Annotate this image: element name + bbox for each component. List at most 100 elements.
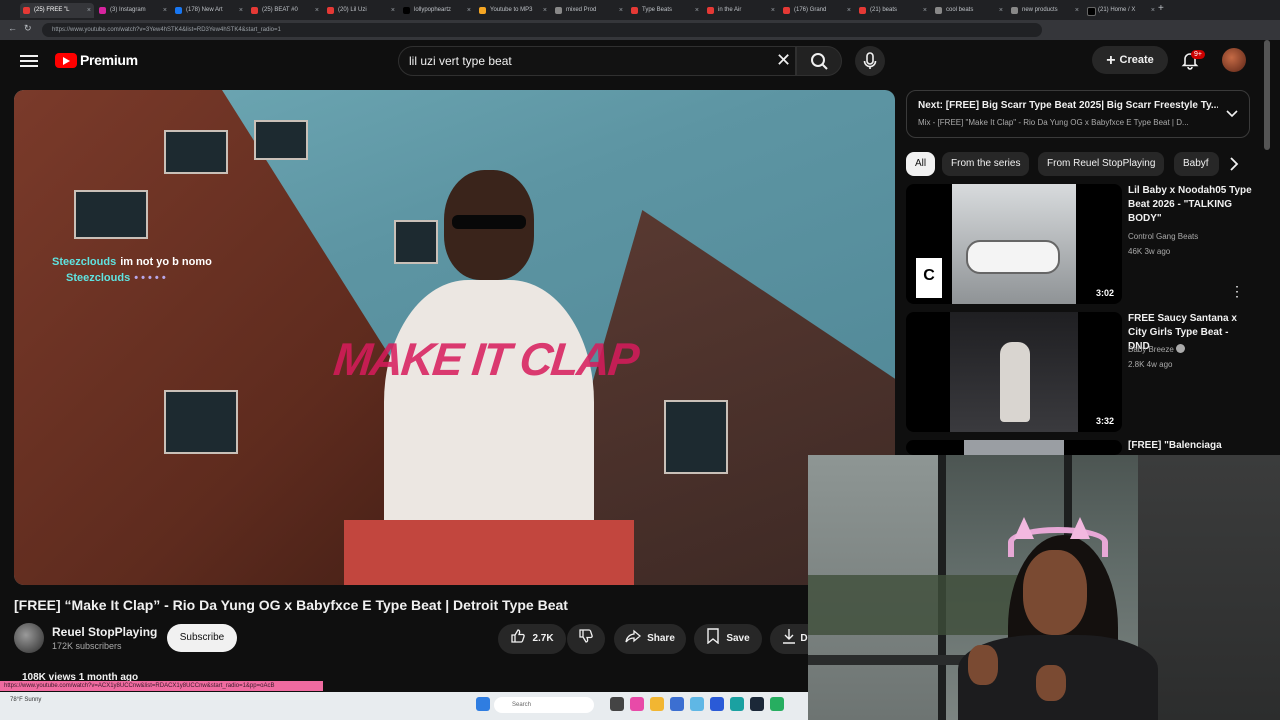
close-icon[interactable]: ×: [695, 3, 699, 18]
chip-from-series[interactable]: From the series: [942, 152, 1030, 176]
start-icon[interactable]: [476, 697, 490, 711]
like-button[interactable]: 2.7K: [498, 624, 566, 654]
chip-all[interactable]: All: [906, 152, 936, 176]
tab-label: (20) Lil Uzi: [338, 7, 367, 13]
share-button[interactable]: Share: [614, 624, 686, 654]
app-icon[interactable]: [670, 697, 684, 711]
browser-tab[interactable]: new products ×: [1008, 3, 1082, 18]
video-duration: 3:32: [1095, 416, 1114, 426]
file-explorer-icon[interactable]: [650, 697, 664, 711]
browser-tab[interactable]: (176) Grand ×: [780, 3, 854, 18]
chevron-down-icon[interactable]: [1225, 106, 1239, 123]
search-icon: [811, 53, 828, 70]
browser-tab[interactable]: (21) Home / X ×: [1084, 3, 1158, 18]
save-button[interactable]: Save: [694, 624, 762, 654]
browser-tab[interactable]: Type Beats ×: [628, 3, 702, 18]
webcam-overlay: [808, 455, 1280, 720]
related-video-title[interactable]: Lil Baby x Noodah05 Type Beat 2026 - "TA…: [1128, 184, 1252, 226]
steam-icon[interactable]: [750, 697, 764, 711]
close-icon[interactable]: ×: [239, 3, 243, 18]
related-video-meta: 46K 3w ago: [1128, 247, 1171, 256]
tab-label: (21) Home / X: [1098, 7, 1136, 13]
dislike-button[interactable]: [567, 624, 605, 654]
close-icon[interactable]: ×: [619, 3, 623, 18]
url-field[interactable]: https://www.youtube.com/watch?v=3Yew4hST…: [42, 23, 1042, 37]
close-icon[interactable]: ×: [315, 3, 319, 18]
site-icon: [935, 7, 942, 14]
close-icon[interactable]: ×: [543, 3, 547, 18]
close-icon[interactable]: ×: [1075, 3, 1079, 18]
close-icon[interactable]: ×: [923, 3, 927, 18]
close-icon[interactable]: ×: [87, 3, 91, 18]
related-video-channel[interactable]: Control Gang Beats: [1128, 230, 1198, 243]
voice-search-button[interactable]: [855, 46, 885, 76]
close-icon[interactable]: ×: [467, 3, 471, 18]
browser-tab[interactable]: (3) Instagram ×: [96, 3, 170, 18]
new-tab-button[interactable]: +: [1158, 3, 1164, 14]
scrollbar[interactable]: [1264, 40, 1270, 150]
chat-text: • • • • •: [134, 272, 166, 284]
app-icon[interactable]: [630, 697, 644, 711]
account-avatar[interactable]: [1222, 48, 1246, 72]
related-video-thumbnail[interactable]: 3:32: [906, 312, 1122, 432]
thumbnail-car: [966, 240, 1060, 274]
close-icon[interactable]: ×: [999, 3, 1003, 18]
browser-tab[interactable]: cool beats ×: [932, 3, 1006, 18]
youtube-icon: [859, 7, 866, 14]
close-icon[interactable]: ×: [771, 3, 775, 18]
browser-tab[interactable]: (178) New Art ×: [172, 3, 246, 18]
chips-next-button[interactable]: [1222, 152, 1246, 176]
task-view-icon[interactable]: [610, 697, 624, 711]
browser-tab[interactable]: (25) FREE "L ×: [20, 3, 94, 18]
related-video-channel[interactable]: Baby Breeze: [1128, 343, 1186, 356]
instagram-icon: [99, 7, 106, 14]
app-icon[interactable]: [770, 697, 784, 711]
tab-label: cool beats: [946, 7, 974, 13]
browser-tab[interactable]: (21) beats ×: [856, 3, 930, 18]
browser-tab-strip: (25) FREE "L × (3) Instagram × (178) New A…: [0, 0, 1280, 20]
close-icon[interactable]: ×: [163, 3, 167, 18]
close-icon[interactable]: ×: [391, 3, 395, 18]
browser-tab[interactable]: (25) BEAT #0 ×: [248, 3, 322, 18]
back-icon[interactable]: ←: [8, 23, 17, 33]
browser-tab[interactable]: Youtube to MP3 ×: [476, 3, 550, 18]
channel-name[interactable]: Reuel StopPlaying: [52, 625, 157, 639]
create-label: Create: [1119, 54, 1154, 66]
browser-tab[interactable]: mixed Prod ×: [552, 3, 626, 18]
clear-search-icon[interactable]: ✕: [776, 50, 791, 71]
taskbar-search[interactable]: Search: [494, 697, 594, 713]
more-options-icon[interactable]: ⋮: [1230, 283, 1244, 300]
related-video-thumbnail[interactable]: [906, 440, 1122, 455]
edge-icon[interactable]: [730, 697, 744, 711]
browser-tab[interactable]: in the Air ×: [704, 3, 778, 18]
close-icon[interactable]: ×: [847, 3, 851, 18]
browser-tab[interactable]: (20) Lil Uzi ×: [324, 3, 398, 18]
app-icon[interactable]: [710, 697, 724, 711]
browser-tab[interactable]: lollypopheartz ×: [400, 3, 474, 18]
site-icon: [1011, 7, 1018, 14]
taskbar-weather[interactable]: 78°F Sunny: [10, 697, 41, 703]
reload-icon[interactable]: ↻: [24, 23, 32, 34]
chip-babyf[interactable]: Babyf: [1174, 152, 1219, 176]
youtube-icon: [783, 7, 790, 14]
youtube-logo[interactable]: [55, 53, 77, 68]
up-next-panel[interactable]: [906, 90, 1250, 138]
channel-avatar[interactable]: [14, 623, 44, 653]
subscriber-count: 172K subscribers: [52, 641, 122, 651]
video-player[interactable]: MAKE IT CLAP Steezclouds im not yo b nomo…: [14, 90, 895, 585]
menu-icon[interactable]: [20, 52, 38, 68]
link-preview-status: https://www.youtube.com/watch?v=ACX1y8UC…: [0, 681, 323, 691]
related-video-thumbnail[interactable]: C 3:02: [906, 184, 1122, 304]
tab-label: (21) beats: [870, 7, 898, 13]
chip-from-channel[interactable]: From Reuel StopPlaying: [1038, 152, 1165, 176]
search-input[interactable]: lil uzi vert type beat: [398, 46, 796, 76]
search-button[interactable]: [796, 46, 842, 76]
video-frame-window: [164, 130, 228, 174]
create-button[interactable]: + Create: [1092, 46, 1168, 74]
up-next-title: Next: [FREE] Big Scarr Type Beat 2025| B…: [918, 100, 1218, 111]
youtube-icon: [631, 7, 638, 14]
subscribe-button[interactable]: Subscribe: [167, 624, 237, 652]
store-icon[interactable]: [690, 697, 704, 711]
tab-label: mixed Prod: [566, 7, 597, 13]
close-icon[interactable]: ×: [1151, 3, 1155, 18]
